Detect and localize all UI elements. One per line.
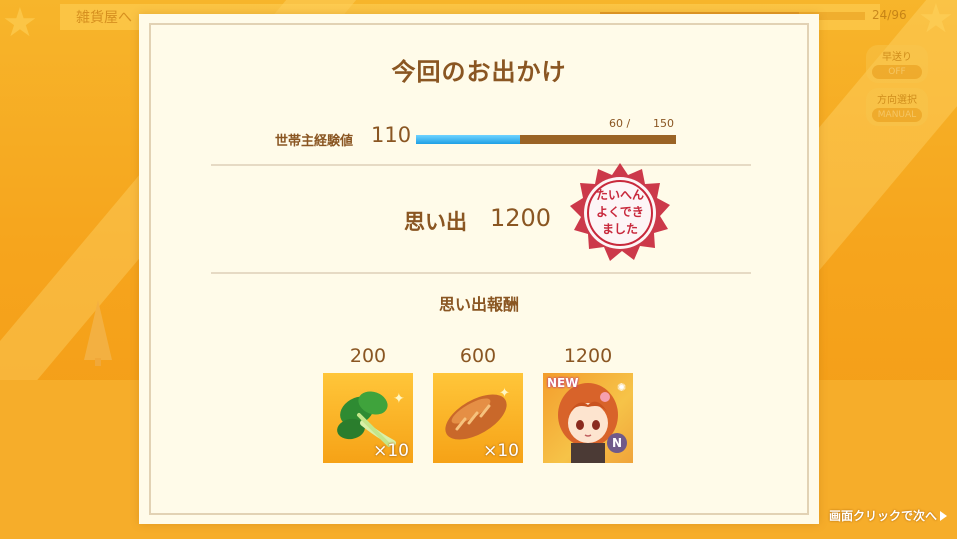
- experience-max: 150: [653, 117, 674, 130]
- reward-slot[interactable]: 1200 ✺ NEW N: [543, 345, 633, 463]
- divider: [211, 272, 751, 274]
- outing-result-dialog: 今回のお出かけ 世帯主経験値 110 60 / 150 思い出 1200 たいへ…: [139, 14, 819, 524]
- reward-card[interactable]: ✦ ×10: [323, 373, 413, 463]
- character-eye: [592, 420, 600, 430]
- memory-label: 思い出: [404, 210, 467, 234]
- reward-slot[interactable]: 600 ✦ ×10: [433, 345, 523, 463]
- reward-quantity: ×10: [373, 441, 409, 461]
- character-hair-ornament: [600, 392, 610, 402]
- auto-toggle-value: OFF: [872, 65, 922, 79]
- character-collar: [571, 443, 605, 463]
- stamp-text-line1: たいへん: [596, 188, 644, 202]
- sparkle-icon: ✺: [617, 381, 626, 394]
- next-hint-label: 画面クリックで次へ: [829, 509, 938, 523]
- experience-current: 60 /: [609, 117, 631, 130]
- bg-star-icon: ★: [2, 0, 38, 46]
- new-badge: NEW: [547, 376, 579, 390]
- reward-threshold: 1200: [563, 345, 613, 367]
- mode-toggle-value: MANUAL: [872, 108, 922, 122]
- bg-star-icon: ★: [918, 0, 954, 42]
- mode-toggle[interactable]: 方向選択 MANUAL: [866, 88, 928, 126]
- stamp-text-line3: ました: [602, 222, 638, 236]
- bg-tree-icon: [84, 300, 112, 360]
- excellent-stamp-icon: たいへん よくでき ました: [570, 163, 670, 261]
- stamp-text-line2: よくでき: [596, 205, 644, 219]
- character-eye: [576, 420, 584, 430]
- rewards-title: 思い出報酬: [438, 295, 519, 314]
- experience-value: 110: [371, 123, 412, 147]
- reward-threshold: 200: [349, 345, 387, 367]
- reward-card[interactable]: ✺ NEW N: [543, 373, 633, 463]
- reward-threshold: 600: [459, 345, 497, 367]
- mode-toggle-label: 方向選択: [877, 95, 917, 106]
- auto-toggle-label: 早送り: [882, 52, 912, 63]
- bg-tree-trunk: [95, 358, 101, 366]
- character-face: [568, 403, 608, 443]
- play-arrow-icon: [940, 511, 948, 521]
- bg-destination-title: 雑貨屋へ: [76, 10, 132, 26]
- reward-quantity: ×10: [483, 441, 519, 461]
- rarity-badge: N: [607, 433, 627, 453]
- experience-bar-fill: [416, 135, 520, 144]
- reward-card[interactable]: ✦ ×10: [433, 373, 523, 463]
- sparkle-icon: ✦: [499, 386, 510, 401]
- auto-toggle[interactable]: 早送り OFF: [866, 45, 928, 83]
- reward-slot[interactable]: 200 ✦ ×10: [323, 345, 413, 463]
- click-to-continue-hint[interactable]: 画面クリックで次へ: [829, 507, 948, 524]
- memory-value: 1200: [490, 204, 552, 232]
- sparkle-icon: ✦: [393, 391, 405, 407]
- experience-label: 世帯主経験値: [275, 134, 354, 149]
- dialog-title: 今回のお出かけ: [391, 58, 567, 86]
- experience-bar: [416, 135, 676, 144]
- bg-progress-text: 24/96: [872, 8, 907, 22]
